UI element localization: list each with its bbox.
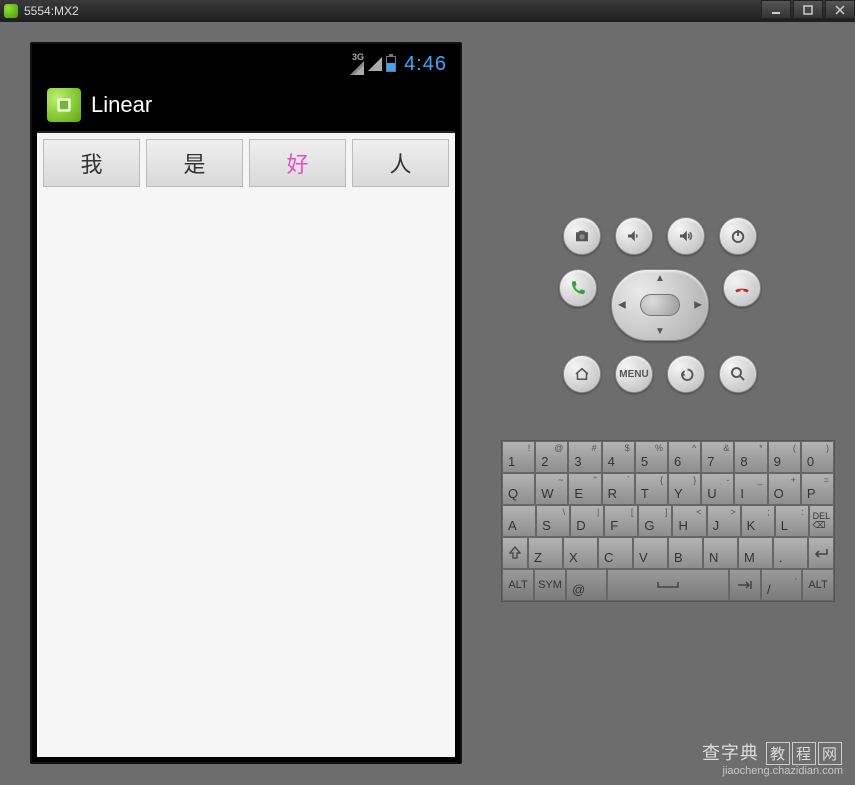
watermark: 查字典 教程网 jiaocheng.chazidian.com bbox=[702, 739, 843, 777]
key-.[interactable]: . bbox=[773, 537, 808, 569]
button-shi[interactable]: 是 bbox=[146, 139, 243, 187]
button-hao[interactable]: 好 bbox=[249, 139, 346, 187]
volume-up-button[interactable] bbox=[667, 217, 705, 255]
key-4[interactable]: 4$ bbox=[602, 441, 635, 473]
key-s[interactable]: S\ bbox=[536, 505, 570, 537]
key-m[interactable]: M bbox=[738, 537, 773, 569]
key-l[interactable]: L: bbox=[775, 505, 809, 537]
dpad-right[interactable]: ▶ bbox=[694, 300, 702, 311]
window-minimize-button[interactable] bbox=[761, 0, 791, 19]
dpad-up[interactable]: ▲ bbox=[655, 273, 665, 284]
key-a[interactable]: A bbox=[502, 505, 536, 537]
key-7[interactable]: 7& bbox=[701, 441, 734, 473]
key-slash[interactable]: /, bbox=[761, 569, 802, 601]
back-button[interactable] bbox=[667, 355, 705, 393]
key-8[interactable]: 8* bbox=[734, 441, 767, 473]
button-ren[interactable]: 人 bbox=[352, 139, 449, 187]
call-button[interactable] bbox=[559, 269, 597, 307]
key-alt-right[interactable]: ALT bbox=[802, 569, 834, 601]
key-at[interactable]: @ bbox=[566, 569, 607, 601]
key-j[interactable]: J> bbox=[707, 505, 741, 537]
key-k[interactable]: K; bbox=[741, 505, 775, 537]
key-g[interactable]: G] bbox=[638, 505, 672, 537]
dpad-center[interactable] bbox=[640, 294, 680, 316]
window-maximize-button[interactable] bbox=[793, 0, 823, 19]
device-frame: 3G 4:46 Linear 我 是 好 bbox=[30, 42, 462, 764]
key-h[interactable]: H< bbox=[672, 505, 706, 537]
window-close-button[interactable] bbox=[825, 0, 855, 19]
hardware-keyboard: 1!2@3#4$5%6^7&8*9(0) QW~E"R`T{Y}U-I_O+P=… bbox=[501, 440, 835, 602]
key-v[interactable]: V bbox=[633, 537, 668, 569]
key-n[interactable]: N bbox=[703, 537, 738, 569]
key-delete[interactable]: DEL⌫ bbox=[809, 505, 834, 537]
key-0[interactable]: 0) bbox=[801, 441, 834, 473]
key-f[interactable]: F[ bbox=[604, 505, 638, 537]
key-w[interactable]: W~ bbox=[535, 473, 568, 505]
button-wo[interactable]: 我 bbox=[43, 139, 140, 187]
dpad-left[interactable]: ◀ bbox=[618, 300, 626, 311]
end-call-button[interactable] bbox=[723, 269, 761, 307]
key-c[interactable]: C bbox=[598, 537, 633, 569]
key-6[interactable]: 6^ bbox=[668, 441, 701, 473]
emulator-controls: ▲ ▼ ◀ ▶ MENU bbox=[555, 217, 765, 407]
dpad[interactable]: ▲ ▼ ◀ ▶ bbox=[611, 269, 709, 341]
app-title: Linear bbox=[91, 92, 152, 118]
key-1[interactable]: 1! bbox=[502, 441, 535, 473]
key-d[interactable]: D| bbox=[570, 505, 604, 537]
key-enter[interactable] bbox=[808, 537, 834, 569]
key-o[interactable]: O+ bbox=[768, 473, 801, 505]
key-r[interactable]: R` bbox=[602, 473, 635, 505]
key-3[interactable]: 3# bbox=[568, 441, 601, 473]
window-titlebar: 5554:MX2 bbox=[0, 0, 855, 22]
key-i[interactable]: I_ bbox=[734, 473, 767, 505]
volume-down-button[interactable] bbox=[615, 217, 653, 255]
key-5[interactable]: 5% bbox=[635, 441, 668, 473]
key-x[interactable]: X bbox=[563, 537, 598, 569]
key-shift[interactable] bbox=[502, 537, 528, 569]
battery-icon bbox=[386, 56, 396, 72]
menu-button[interactable]: MENU bbox=[615, 355, 653, 393]
power-button[interactable] bbox=[719, 217, 757, 255]
app-action-bar: Linear bbox=[37, 79, 455, 133]
camera-button[interactable] bbox=[563, 217, 601, 255]
linear-layout-content: 我 是 好 人 bbox=[37, 133, 455, 757]
key-u[interactable]: U- bbox=[701, 473, 734, 505]
home-button[interactable] bbox=[563, 355, 601, 393]
key-p[interactable]: P= bbox=[801, 473, 834, 505]
key-2[interactable]: 2@ bbox=[535, 441, 568, 473]
signal-icon bbox=[368, 57, 382, 71]
app-icon bbox=[47, 88, 81, 122]
app-favicon bbox=[4, 4, 18, 18]
key-t[interactable]: T{ bbox=[635, 473, 668, 505]
window-title: 5554:MX2 bbox=[24, 4, 79, 18]
key-sym[interactable]: SYM bbox=[534, 569, 566, 601]
clock: 4:46 bbox=[404, 53, 447, 76]
search-button[interactable] bbox=[719, 355, 757, 393]
key-tab[interactable] bbox=[729, 569, 761, 601]
key-b[interactable]: B bbox=[668, 537, 703, 569]
network-indicator: 3G bbox=[350, 53, 364, 76]
key-alt-left[interactable]: ALT bbox=[502, 569, 534, 601]
android-status-bar: 3G 4:46 bbox=[37, 49, 455, 79]
key-q[interactable]: Q bbox=[502, 473, 535, 505]
key-z[interactable]: Z bbox=[528, 537, 563, 569]
key-space[interactable] bbox=[607, 569, 729, 601]
key-9[interactable]: 9( bbox=[768, 441, 801, 473]
key-y[interactable]: Y} bbox=[668, 473, 701, 505]
key-e[interactable]: E" bbox=[568, 473, 601, 505]
dpad-down[interactable]: ▼ bbox=[655, 326, 665, 337]
